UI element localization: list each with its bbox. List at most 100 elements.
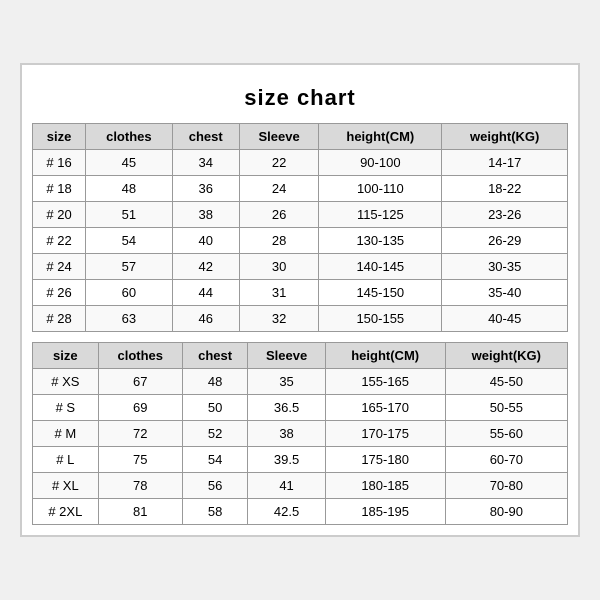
table-cell: 48 [86,176,172,202]
table-cell: 54 [86,228,172,254]
size-table-2: sizeclotheschestSleeveheight(CM)weight(K… [32,342,568,525]
table2-body: # XS674835155-16545-50# S695036.5165-170… [33,369,568,525]
table-cell: # 16 [33,150,86,176]
table-cell: # S [33,395,99,421]
table-cell: 50 [182,395,248,421]
table-cell: 51 [86,202,172,228]
table-cell: 52 [182,421,248,447]
table-cell: 70-80 [445,473,567,499]
size-chart-container: size chart sizeclotheschestSleeveheight(… [20,63,580,537]
table1-header-cell: size [33,124,86,150]
table-cell: 78 [98,473,182,499]
table-cell: 30-35 [442,254,568,280]
table-row: # M725238170-17555-60 [33,421,568,447]
table-row: # S695036.5165-17050-55 [33,395,568,421]
table-row: # XS674835155-16545-50 [33,369,568,395]
table-cell: 145-150 [319,280,442,306]
table-cell: 90-100 [319,150,442,176]
table2-header-cell: chest [182,343,248,369]
table-cell: 42 [172,254,239,280]
table-cell: # XL [33,473,99,499]
table-cell: 31 [239,280,318,306]
table-cell: 69 [98,395,182,421]
table-cell: 60-70 [445,447,567,473]
table-cell: 35-40 [442,280,568,306]
table-row: # 2XL815842.5185-19580-90 [33,499,568,525]
table-row: # 18483624100-11018-22 [33,176,568,202]
table1-header: sizeclotheschestSleeveheight(CM)weight(K… [33,124,568,150]
table-cell: 72 [98,421,182,447]
table-cell: # 24 [33,254,86,280]
table-row: # L755439.5175-18060-70 [33,447,568,473]
table-cell: 58 [182,499,248,525]
chart-title: size chart [32,75,568,123]
table-cell: 57 [86,254,172,280]
table-cell: # 2XL [33,499,99,525]
table-cell: 55-60 [445,421,567,447]
table1-header-cell: weight(KG) [442,124,568,150]
table-cell: 175-180 [325,447,445,473]
table-cell: # L [33,447,99,473]
table-cell: 30 [239,254,318,280]
table-cell: 100-110 [319,176,442,202]
table-row: # 24574230140-14530-35 [33,254,568,280]
table-cell: 36.5 [248,395,325,421]
table-cell: # 28 [33,306,86,332]
table-cell: 50-55 [445,395,567,421]
table2-header-cell: size [33,343,99,369]
table-cell: 56 [182,473,248,499]
table-cell: 81 [98,499,182,525]
table-cell: 45 [86,150,172,176]
table2-header-cell: height(CM) [325,343,445,369]
table-cell: 75 [98,447,182,473]
table-cell: 35 [248,369,325,395]
table2-header-cell: weight(KG) [445,343,567,369]
table-row: # 28634632150-15540-45 [33,306,568,332]
table-cell: 140-145 [319,254,442,280]
table-cell: 26 [239,202,318,228]
table-row: # 22544028130-13526-29 [33,228,568,254]
table-cell: # 26 [33,280,86,306]
table-cell: 24 [239,176,318,202]
table-cell: 165-170 [325,395,445,421]
table-cell: 60 [86,280,172,306]
table-cell: 115-125 [319,202,442,228]
table-cell: 41 [248,473,325,499]
table-cell: 42.5 [248,499,325,525]
table-cell: 45-50 [445,369,567,395]
table-cell: 34 [172,150,239,176]
table-cell: 80-90 [445,499,567,525]
table-cell: 39.5 [248,447,325,473]
table-row: # 26604431145-15035-40 [33,280,568,306]
table-cell: 38 [172,202,239,228]
table1-header-cell: chest [172,124,239,150]
size-table-1: sizeclotheschestSleeveheight(CM)weight(K… [32,123,568,332]
table-cell: 36 [172,176,239,202]
table-cell: # XS [33,369,99,395]
table-cell: # 22 [33,228,86,254]
table-cell: 38 [248,421,325,447]
table-cell: 180-185 [325,473,445,499]
table-cell: 22 [239,150,318,176]
table-cell: # 18 [33,176,86,202]
table-cell: 150-155 [319,306,442,332]
table2-header-cell: Sleeve [248,343,325,369]
table-row: # 1645342290-10014-17 [33,150,568,176]
table-cell: 170-175 [325,421,445,447]
table-cell: 46 [172,306,239,332]
table1-header-cell: height(CM) [319,124,442,150]
table-cell: 155-165 [325,369,445,395]
table-cell: 67 [98,369,182,395]
table-cell: 18-22 [442,176,568,202]
table-row: # 20513826115-12523-26 [33,202,568,228]
table-cell: 63 [86,306,172,332]
table1-body: # 1645342290-10014-17# 18483624100-11018… [33,150,568,332]
table-cell: 14-17 [442,150,568,176]
table-cell: 130-135 [319,228,442,254]
table-cell: # 20 [33,202,86,228]
table2-header-cell: clothes [98,343,182,369]
table-row: # XL785641180-18570-80 [33,473,568,499]
table-cell: 40-45 [442,306,568,332]
table1-header-cell: Sleeve [239,124,318,150]
table-cell: 54 [182,447,248,473]
